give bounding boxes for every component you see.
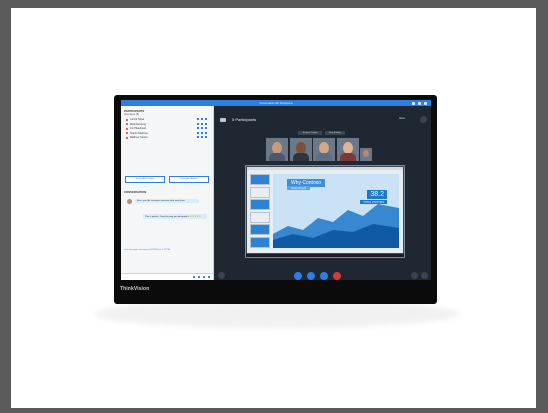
rating-stars: ★★★★★ [189,215,201,218]
chat-message: Nice, give the customer someone who may … [135,199,199,203]
minimize-icon[interactable] [412,101,415,105]
participant-actions-button[interactable]: Participant Actions [169,176,209,183]
participant-row[interactable]: Jim Hildebrand [126,127,146,130]
video-tile[interactable] [313,138,335,161]
reply-text: This is perfect. I love the way you desi… [145,216,190,218]
video-tile[interactable] [289,138,312,161]
shared-taskbar [246,254,404,257]
request-control-chip[interactable]: Request Control [298,131,322,135]
invite-more-button[interactable]: Invite More People [125,176,165,183]
shared-presentation-window: Why Contoso Cloud Growth 38.2 TOTAL VISI… [247,167,403,253]
monitor-screen: Conversation with Participants PARTICIPA… [121,100,431,280]
stop-sharing-chip[interactable]: Stop Sharing [325,131,345,135]
last-message-timestamp: Last message received on 5/2/2018 at 1:1… [124,249,170,251]
participant-row[interactable]: Lorrick Tippel [126,118,144,121]
call-controls [294,272,341,280]
avatar [127,199,132,204]
participant-row[interactable]: Kiranbi Natbrove [126,132,148,135]
participant-row[interactable]: Matthew Yanson [126,136,148,139]
chat-toggle-icon[interactable] [218,272,225,279]
important-icon[interactable] [197,275,200,278]
participant-controls[interactable] [196,131,207,134]
participants-title: 5 Participants [232,117,257,122]
video-tile[interactable] [266,138,288,161]
slide-thumbnails [250,174,270,250]
attach-icon[interactable] [192,275,195,278]
maximize-icon[interactable] [418,101,421,105]
hangup-icon[interactable] [333,272,341,280]
slide-stat-label: TOTAL VISITORS [360,200,387,204]
participant-controls[interactable] [196,122,207,125]
send-icon[interactable] [207,275,210,278]
window-title: Conversation with Participants [259,101,293,105]
conversation-header: CONVERSATION [124,190,147,194]
close-icon[interactable] [424,101,427,105]
participant-controls[interactable] [196,118,207,120]
participant-row[interactable]: Molly Dempsey [126,123,146,126]
video-tile[interactable] [336,138,359,161]
self-video-tile[interactable] [360,148,372,161]
meeting-stage: 5 Participants More Request Control Stop… [214,106,431,280]
current-slide: Why Contoso Cloud Growth 38.2 TOTAL VISI… [273,174,399,248]
monitor: ThinkVision Conversation with Participan… [114,95,437,304]
video-thumbnails [266,138,372,161]
more-options-icon[interactable] [421,272,428,279]
slide-stat: 38.2 [367,190,387,199]
slide-subheading: Cloud Growth [287,186,311,190]
share-icon[interactable] [320,272,328,280]
more-label[interactable]: More [399,117,405,120]
roster-icon[interactable] [420,116,427,123]
participant-controls[interactable] [196,136,207,138]
chat-message-reply: This is perfect. I love the way you desi… [143,214,207,219]
left-panel: PARTICIPANTS Attendees (5) Lorrick Tippe… [121,106,214,280]
monitor-shadow [95,300,460,328]
microphone-icon[interactable] [307,272,315,280]
brand-logo: ThinkVision [120,286,150,292]
attendees-label: Attendees (5) [124,113,140,116]
emoji-icon[interactable] [202,275,205,278]
people-icon[interactable] [220,118,226,122]
device-settings-icon[interactable] [411,272,418,279]
shared-screen: Why Contoso Cloud Growth 38.2 TOTAL VISI… [245,165,405,258]
compose-bar [121,273,213,280]
participant-controls[interactable] [196,127,207,129]
camera-icon[interactable] [294,272,302,280]
